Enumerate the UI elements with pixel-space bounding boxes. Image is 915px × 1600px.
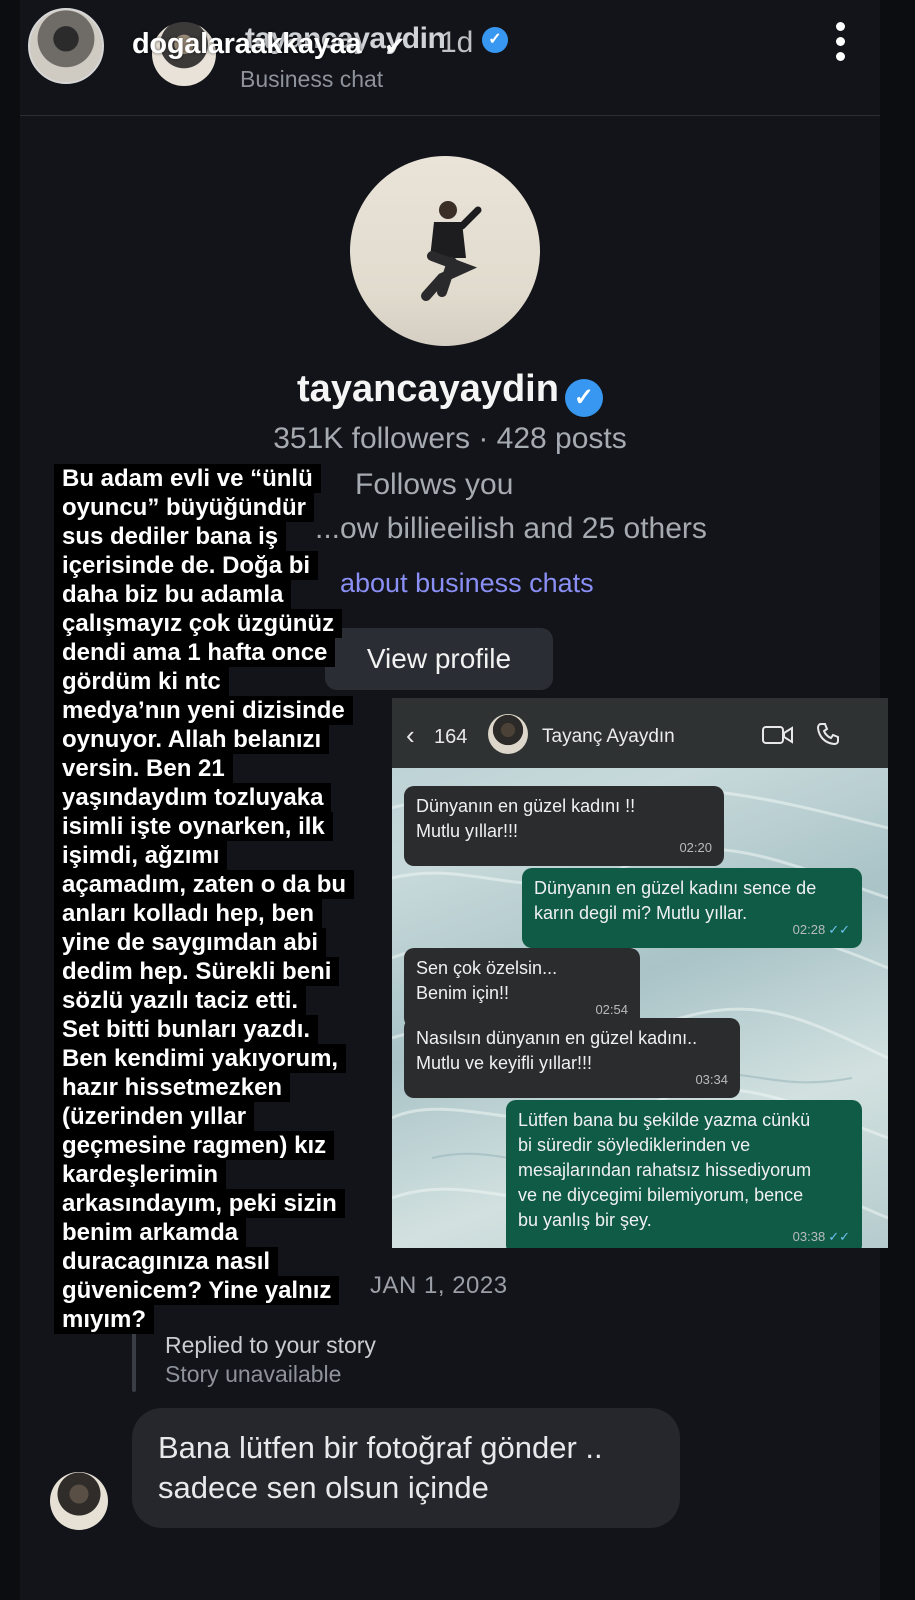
caption-line: mıyım? <box>54 1305 155 1334</box>
reply-subtitle: Story unavailable <box>165 1361 342 1387</box>
message-time-text: 03:34 <box>695 1072 728 1087</box>
verified-icon: ✓ <box>564 379 603 417</box>
phone-icon[interactable] <box>816 722 840 746</box>
caption-line: daha biz bu adamla <box>54 580 292 609</box>
profile-name: tayancayaydin ✓ <box>20 368 880 417</box>
message-time: 02:28 ✓✓ <box>793 917 850 942</box>
caption-line: işimdi, ağzımı <box>54 841 228 870</box>
contact-name[interactable]: Tayanç Ayaydın <box>542 726 675 748</box>
whatsapp-header: ‹ 164 Tayanç Ayaydın <box>392 698 888 768</box>
message-text: Nasılsın dünyanın en güzel kadını.. <box>416 1028 698 1048</box>
outgoing-message[interactable]: Lütfen bana bu şekilde yazma cünkü bi sür… <box>506 1100 862 1248</box>
caption-line: oyuncu” büyüğündür <box>54 493 314 522</box>
message-time-text: 02:28 <box>792 922 826 937</box>
message-text: Sen çok özelsin... <box>416 958 558 978</box>
caption-line: gördüm ki ntc <box>54 667 229 696</box>
dm-header-subtitle: Business chat <box>240 66 384 92</box>
profile-person-figure <box>421 201 482 301</box>
caption-line: içerisinde de. Doğa bi <box>54 551 319 580</box>
read-ticks-icon: ✓✓ <box>828 1229 850 1244</box>
caption-line: yine de saygımdan abi <box>54 928 327 957</box>
video-call-icon[interactable] <box>762 724 794 746</box>
caption-line: anları kolladı hep, ben <box>54 899 323 928</box>
profile-picture[interactable] <box>350 156 540 346</box>
caption-line: Ben kendimi yakıyorum, <box>54 1044 347 1073</box>
incoming-message[interactable]: Sen çok özelsin... Benim için!! 02:54 <box>404 948 640 1028</box>
caption-line: kardeşlerimin <box>54 1160 227 1189</box>
outgoing-message[interactable]: Dünyanın en güzel kadını sence de karın d… <box>522 868 862 948</box>
message-text: Mutlu ve keyifli yıllar!!! <box>416 1053 593 1073</box>
message-text: ve ne diycegimi bilemiyorum, bence <box>518 1185 804 1205</box>
caption-line: sus dediler bana iş <box>54 522 287 551</box>
message-text: Mutlu yıllar!!! <box>416 821 519 841</box>
message-time-text: 02:20 <box>679 840 712 855</box>
caption-line: çalışmayız çok üzgünüz <box>54 609 343 638</box>
caption-line: dendi ama 1 hafta once <box>54 638 336 667</box>
message-text: Lütfen bana bu şekilde yazma cünkü <box>518 1110 811 1130</box>
incoming-message[interactable]: Dünyanın en güzel kadını !! Mutlu yıllar!… <box>404 786 724 866</box>
caption-line: Bu adam evli ve “ünlü <box>54 464 321 493</box>
whatsapp-screenshot: ‹ 164 Tayanç Ayaydın Dünyanın en güzel k… <box>392 698 888 1248</box>
caption-line: yaşındaydım tozluyaka <box>54 783 332 812</box>
caption-line: dedim hep. Sürekli beni <box>54 957 340 986</box>
profile-name-text: tayancayaydin <box>297 368 559 410</box>
message-line: sadece sen olsun içinde <box>158 1470 489 1505</box>
caption-line: sözlü yazılı taciz etti. <box>54 986 307 1015</box>
verified-icon: ✓ <box>482 27 508 53</box>
story-username[interactable]: dogalaraakkayaa <box>132 28 362 61</box>
read-ticks-icon: ✓✓ <box>828 922 850 937</box>
date-separator: JAN 1, 2023 <box>370 1272 508 1299</box>
caption-line: açamadım, zaten o da bu <box>54 870 355 899</box>
message-time: 03:38 ✓✓ <box>793 1224 850 1248</box>
back-arrow-icon[interactable]: ‹ <box>406 720 415 751</box>
caption-line: hazır hissetmezken <box>54 1073 291 1102</box>
caption-line: benim arkamda <box>54 1218 247 1247</box>
verified-icon: ✔ <box>384 31 406 61</box>
message-time: 02:20 <box>679 835 712 860</box>
caption-line: medya’nın yeni dizisinde <box>54 696 353 725</box>
caption-line: güvenicem? Yine yalnız <box>54 1276 340 1305</box>
unread-count: 164 <box>434 726 468 748</box>
contact-avatar[interactable] <box>488 714 528 754</box>
caption-line: (üzerinden yıllar <box>54 1102 255 1131</box>
message-text: Dünyanın en güzel kadını sence de <box>534 878 817 898</box>
message-time: 03:34 <box>695 1067 728 1092</box>
message-text: mesajlarından rahatsız hissediyorum <box>518 1160 812 1180</box>
message-line: Bana lütfen bir fotoğraf gönder .. <box>158 1430 603 1465</box>
caption-line: arkasındayım, peki sizin <box>54 1189 345 1218</box>
profile-stats: 351K followers · 428 posts <box>273 422 627 455</box>
incoming-message[interactable]: Nasılsın dünyanın en güzel kadını.. Mutlu… <box>404 1018 740 1098</box>
message-text: bi süredir söylediklerinden ve <box>518 1135 751 1155</box>
caption-line: oynuyor. Allah belanızı <box>54 725 330 754</box>
story-timestamp: 1d <box>440 26 474 59</box>
story-caption: Bu adam evli ve “ünlü oyuncu” büyüğündür s… <box>54 464 384 1334</box>
message-text: Dünyanın en güzel kadını !! <box>416 796 636 816</box>
caption-line: Set bitti bunları yazdı. <box>54 1015 319 1044</box>
reply-title: Replied to your story <box>165 1332 376 1358</box>
sender-avatar[interactable] <box>50 1472 108 1530</box>
caption-line: geçmesine ragmen) kız <box>54 1131 335 1160</box>
message-time-text: 02:54 <box>595 1002 628 1017</box>
caption-line: isimli işte oynarken, ilk <box>54 812 333 841</box>
caption-line: duracagınıza nasıl <box>54 1247 279 1276</box>
caption-line: versin. Ben 21 <box>54 754 233 783</box>
story-avatar[interactable] <box>28 8 104 84</box>
message-bubble[interactable]: Bana lütfen bir fotoğraf gönder .. sadec… <box>132 1408 680 1528</box>
reply-indicator-bar <box>132 1330 136 1392</box>
more-vertical-icon[interactable] <box>830 22 850 66</box>
message-time-text: 03:38 <box>792 1229 826 1244</box>
